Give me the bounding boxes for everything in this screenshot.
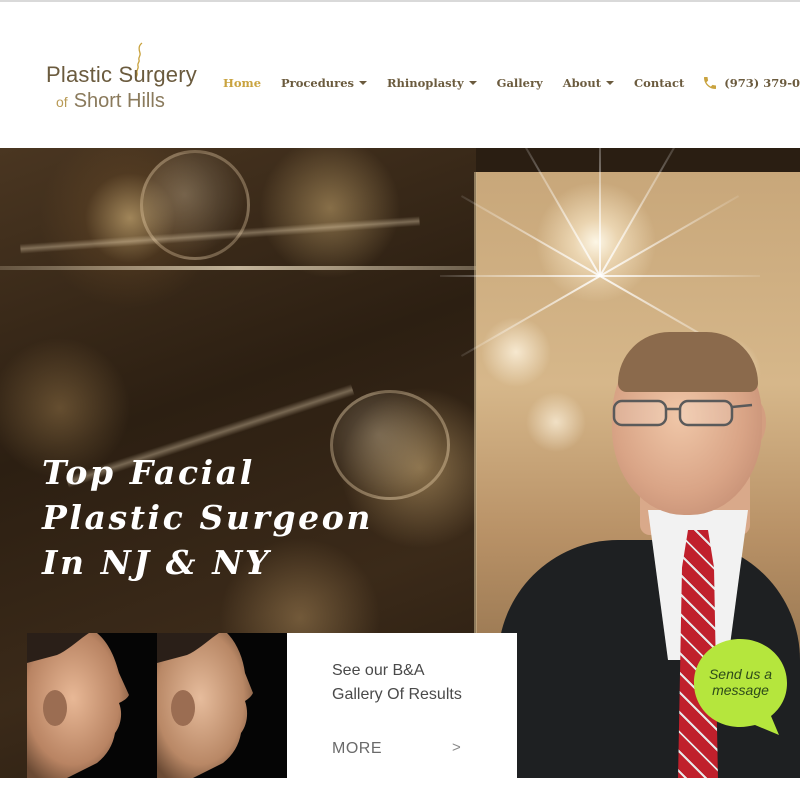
site-header: Plastic Surgery of Short Hills Home Proce…	[0, 0, 800, 148]
logo-of: of	[56, 94, 68, 110]
glasses-icon	[612, 399, 753, 427]
nav-rhinoplasty[interactable]: Rhinoplasty	[387, 76, 477, 90]
chevron-down-icon	[606, 81, 615, 85]
nav-about[interactable]: About	[562, 76, 615, 90]
phone-icon	[704, 77, 717, 89]
gallery-promo-text: See our B&A Gallery Of Results	[332, 659, 502, 707]
main-nav: Home Procedures Rhinoplasty Gallery Abou…	[223, 75, 800, 91]
hero-headline-line: Top Facial	[42, 453, 255, 492]
hero-headline: Top Facial Plastic Surgeon In NJ & NY	[42, 450, 373, 585]
starburst-ray-decoration	[599, 116, 601, 276]
send-message-line: Send us a	[708, 666, 773, 682]
starburst-ray-decoration	[440, 275, 600, 277]
starburst-ray-decoration	[600, 275, 760, 277]
logo-subtitle: of Short Hills	[56, 90, 165, 113]
nav-gallery-label: Gallery	[496, 76, 543, 90]
page: Plastic Surgery of Short Hills Home Proce…	[0, 0, 800, 800]
gallery-promo-line: See our B&A	[332, 662, 425, 679]
before-photo	[27, 633, 157, 778]
nav-procedures[interactable]: Procedures	[281, 76, 367, 90]
logo-location: Short Hills	[73, 90, 165, 112]
gallery-promo-line: Gallery Of Results	[332, 686, 462, 703]
nav-rhinoplasty-label: Rhinoplasty	[386, 76, 464, 90]
send-message-line: message	[712, 682, 769, 698]
nav-procedures-label: Procedures	[281, 76, 354, 90]
send-message-button[interactable]: Send us a message	[693, 637, 788, 737]
gallery-promo-card[interactable]: See our B&A Gallery Of Results MORE >	[287, 633, 517, 778]
hero-headline-line: Plastic Surgeon	[42, 498, 373, 537]
logo-title: Plastic Surgery	[46, 62, 197, 87]
nav-gallery[interactable]: Gallery	[497, 76, 543, 90]
nav-contact-label: Contact	[634, 76, 685, 90]
nav-about-label: About	[562, 76, 602, 90]
site-logo[interactable]: Plastic Surgery of Short Hills	[44, 42, 214, 114]
nav-home-label: Home	[223, 76, 262, 90]
send-message-label: Send us a message	[693, 666, 788, 698]
nav-phone[interactable]: (973) 379-0101	[702, 75, 800, 91]
hero-headline-line: In NJ & NY	[42, 543, 272, 582]
nav-contact[interactable]: Contact	[634, 76, 684, 90]
before-after-photo[interactable]	[27, 633, 287, 778]
glass-bulb-decoration	[140, 150, 250, 260]
page-bottom-strip	[0, 778, 800, 800]
glass-rod-decoration	[0, 266, 476, 270]
phone-number: (973) 379-0101	[724, 76, 800, 90]
more-link[interactable]: MORE	[332, 740, 382, 758]
after-photo	[157, 633, 287, 778]
before-face-image	[27, 633, 157, 778]
after-face-image	[157, 633, 287, 778]
chevron-down-icon	[468, 81, 477, 85]
chevron-down-icon	[358, 81, 367, 85]
surgeon-hair	[618, 332, 758, 392]
nav-home[interactable]: Home	[223, 76, 261, 90]
chevron-right-icon[interactable]: >	[452, 739, 461, 756]
